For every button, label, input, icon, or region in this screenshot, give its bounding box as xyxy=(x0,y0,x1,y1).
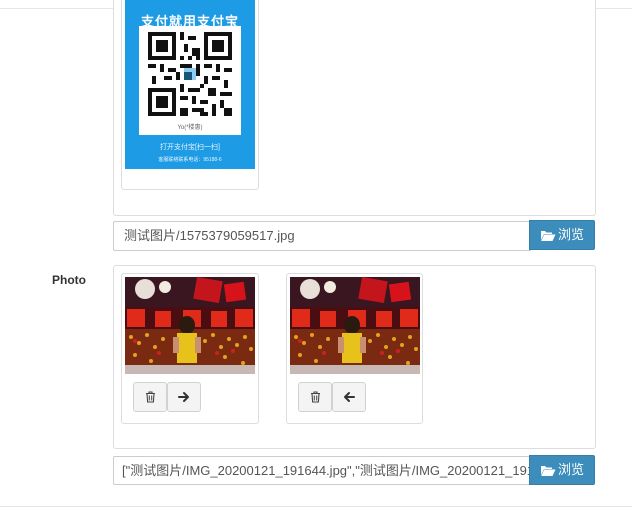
qr-white-card: Yo(*楼惠) xyxy=(139,26,241,135)
photo-browse-button[interactable]: 浏览 xyxy=(529,455,595,485)
photo-label: Photo xyxy=(52,273,86,287)
qr-footer-caption: 客服联络联系电话：95188-6 xyxy=(158,157,222,163)
trash-icon xyxy=(310,391,320,403)
trash-icon xyxy=(145,391,155,403)
delete-photo-button[interactable] xyxy=(298,382,332,412)
qr-name-caption: Yo(*楼惠) xyxy=(177,125,203,131)
folder-open-icon xyxy=(540,466,556,476)
qr-browse-button[interactable]: 浏览 xyxy=(529,220,595,250)
folder-open-icon xyxy=(540,231,556,241)
qr-code-icon xyxy=(148,32,232,116)
qr-thumbnail: 支付就用支付宝 Yo(*楼惠) 打开支付宝[扫一扫] 客服联络联系电话：9518… xyxy=(121,0,259,190)
move-right-button[interactable] xyxy=(167,382,201,412)
qr-code-image: 支付就用支付宝 Yo(*楼惠) 打开支付宝[扫一扫] 客服联络联系电话：9518… xyxy=(125,0,255,169)
photo-browse-label: 浏览 xyxy=(557,462,584,477)
move-left-button[interactable] xyxy=(332,382,366,412)
photo-image xyxy=(125,277,255,374)
qr-scan-caption: 打开支付宝[扫一扫] xyxy=(160,144,220,151)
photo-filename-input[interactable]: ["测试图片/IMG_20200121_191644.jpg","测试图片/IM… xyxy=(113,456,531,485)
delete-photo-button[interactable] xyxy=(133,382,167,412)
photo-thumbnail xyxy=(121,273,259,424)
qr-filename-input[interactable]: 测试图片/1575379059517.jpg xyxy=(113,221,531,251)
photo-thumbnail xyxy=(286,273,423,424)
arrow-right-icon xyxy=(178,392,189,402)
bottom-divider xyxy=(0,506,632,507)
arrow-left-icon xyxy=(344,392,355,402)
photo-image xyxy=(290,277,420,374)
qr-browse-label: 浏览 xyxy=(557,227,584,242)
